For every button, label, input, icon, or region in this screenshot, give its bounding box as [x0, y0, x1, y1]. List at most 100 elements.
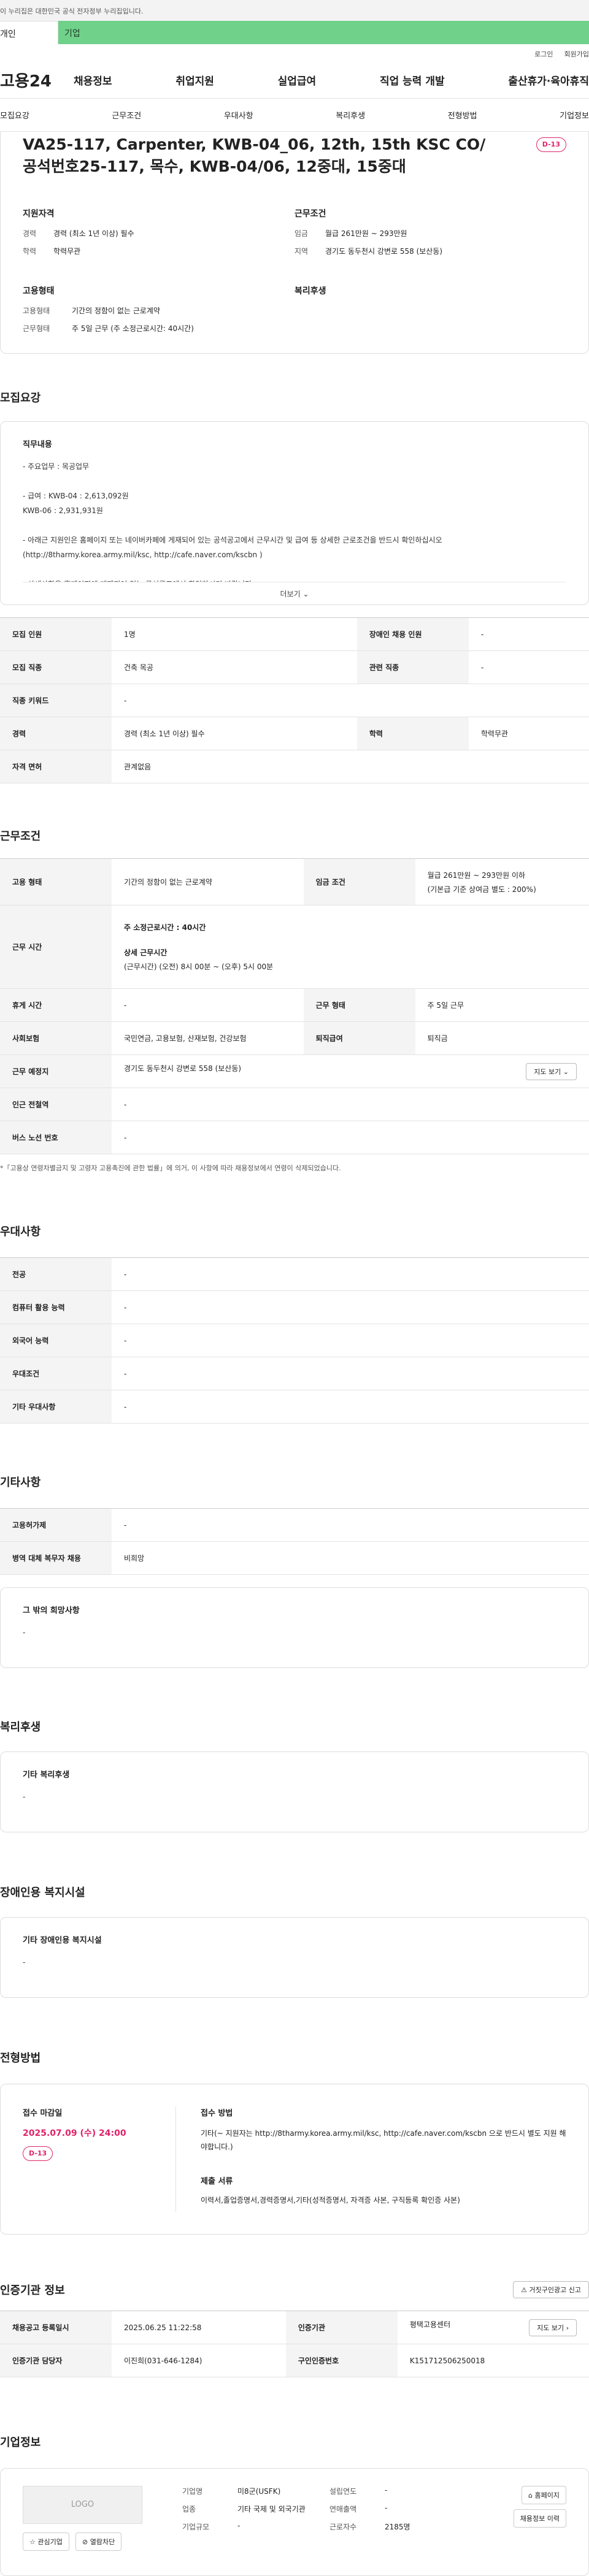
chevron-down-icon: ⌄ [302, 590, 309, 598]
row-value: 비희망 [112, 1541, 589, 1575]
row-value: - [112, 1290, 589, 1324]
place-cell: 경기도 동두천시 강변로 558 (보산동) 지도 보기 ⌄ [112, 1054, 589, 1088]
map-button[interactable]: 지도 보기 ⌄ [526, 1062, 577, 1080]
more-button[interactable]: 더보기 ⌄ [23, 582, 566, 605]
section-nav-pref[interactable]: 우대사항 [224, 109, 253, 121]
emp-value: 주 5일 근무 (주 소정근로시간: 40시간) [72, 324, 194, 333]
emp-heading: 고용형태 [23, 286, 55, 296]
home-label: 홈페이지 [534, 2491, 560, 2499]
qual-heading: 지원자격 [23, 209, 55, 219]
row-value: - [112, 1257, 589, 1291]
row-value: - [468, 650, 589, 684]
pref-title: 우대사항 [0, 1225, 41, 1238]
star-icon: ☆ [29, 2538, 36, 2546]
table-row: 모집 직종 건축 목공 관련 직종 - [0, 650, 589, 684]
gnb-item-jobs[interactable]: 채용정보 [74, 72, 112, 88]
block-icon: ⊘ [82, 2538, 88, 2546]
gnb-item-support[interactable]: 취업지원 [175, 72, 214, 88]
row-value: 1명 [112, 617, 357, 651]
corp-label: 연매출액 [329, 2505, 357, 2513]
row-header: 자격 면허 [0, 750, 112, 783]
hours-main: 주 소정근로시간 : 40시간 [124, 923, 206, 932]
more-label: 더보기 [280, 590, 301, 598]
row-header: 버스 노선 번호 [0, 1121, 112, 1154]
section-nav-apply[interactable]: 전형방법 [448, 109, 477, 121]
etc-table: 고용허가제 - 병역 대체 복무자 채용 비희망 [0, 1508, 589, 1575]
dday-badge: D-13 [536, 137, 566, 152]
homepage-button[interactable]: ⌂ 홈페이지 [522, 2486, 566, 2504]
work-table: 고용 형태 기간의 정함이 없는 근로계약 임금 조건 월급 261만원 ~ 2… [0, 858, 589, 1154]
corp-value: 2185명 [385, 2523, 410, 2531]
corp-label: 설립연도 [329, 2487, 357, 2496]
corp-value: - [385, 2486, 388, 2494]
cond-label: 임금 [294, 229, 309, 238]
row-header: 외국어 능력 [0, 1324, 112, 1357]
section-nav-work[interactable]: 근무조건 [112, 109, 141, 121]
corp-card: LOGO ☆ 관심기업 ⊘ 열람차단 기업명 미8군(USFK) 업종 기타 국제 … [0, 2468, 589, 2576]
row-value: 관계없음 [112, 750, 589, 783]
etc-title: 기타사항 [0, 1476, 41, 1489]
login-link[interactable]: 로그인 [534, 49, 553, 61]
hours-detail-title: 상세 근무시간 [124, 948, 167, 957]
row-value: - [112, 1508, 589, 1542]
disabled-section: 장애인용 복지시설 기타 장애인용 복지시설 - [0, 1884, 589, 1998]
section-nav-welfare[interactable]: 복리후생 [336, 109, 365, 121]
gnb-item-leave[interactable]: 출산휴가·육아휴직 [508, 72, 589, 88]
emp-label: 근무형태 [23, 324, 50, 333]
row-header: 장애인 채용 인원 [356, 617, 469, 651]
gov-banner: 이 누리집은 대한민국 공식 전자정부 누리집입니다. [0, 0, 589, 21]
table-row: 고용허가제 - [0, 1508, 589, 1542]
row-header: 근무 형태 [303, 988, 415, 1022]
block-label: 열람차단 [90, 2538, 115, 2546]
table-row: 사회보험 국민연금, 고용보험, 산재보험, 건강보험 퇴직급여 퇴직금 [0, 1021, 589, 1055]
work-title: 근무조건 [0, 830, 41, 843]
agency-map-button[interactable]: 지도 보기 › [529, 2319, 577, 2336]
welfare-value: - [23, 1793, 26, 1801]
table-row: 모집 인원 1명 장애인 채용 인원 - [0, 617, 589, 651]
report-button[interactable]: ⚠ 거짓구인광고 신고 [513, 2281, 589, 2298]
corp-section: 기업정보 LOGO ☆ 관심기업 ⊘ 열람차단 기업명 미8군(USFK) 업종 기… [0, 2434, 589, 2576]
row-header: 근무 시간 [0, 905, 112, 989]
deadline-heading: 접수 마감일 [23, 2109, 63, 2118]
row-header: 임금 조건 [303, 858, 415, 905]
agency-table: 채용공고 등록일시 2025.06.25 11:22:58 인증기관 평택고용센터 지도… [0, 2311, 589, 2377]
gnb-item-training[interactable]: 직업 능력 개발 [380, 72, 445, 88]
site-logo[interactable]: 고용24 [0, 69, 74, 91]
report-button-label: 거짓구인광고 신고 [529, 2286, 581, 2294]
agency-title: 인증기관 정보 [0, 2284, 65, 2297]
row-value: 2025.06.25 11:22:58 [112, 2311, 286, 2344]
apply-dday-badge: D-13 [23, 2146, 53, 2161]
signup-link[interactable]: 회원가입 [564, 49, 589, 61]
gnb-item-unemployment[interactable]: 실업급여 [278, 72, 317, 88]
cond-heading: 근무조건 [294, 209, 326, 219]
emp-label: 고용형태 [23, 307, 50, 315]
tab-personal[interactable]: 개인 [0, 21, 58, 44]
section-nav-recruit[interactable]: 모집요강 [0, 109, 29, 121]
job-summary-card: VA25-117, Carpenter, KWB-04_06, 12th, 15… [0, 132, 589, 354]
row-header: 전공 [0, 1257, 112, 1291]
table-row: 근무 예정지 경기도 동두천시 강변로 558 (보산동) 지도 보기 ⌄ [0, 1054, 589, 1088]
docs-heading: 제출 서류 [201, 2177, 233, 2186]
cond-label: 지역 [294, 247, 309, 256]
duty-text: - 주요업무 : 목공업무 - 급여 : KWB-04 : 2,613,092원… [23, 462, 442, 582]
fav-corp-button[interactable]: ☆ 관심기업 [23, 2532, 69, 2551]
wage-sub: (기본급 기준 상여금 별도 : 200%) [427, 885, 536, 894]
table-row: 우대조건 - [0, 1357, 589, 1390]
job-history-button[interactable]: 채용정보 이력 [513, 2509, 566, 2528]
work-section: 근무조건 고용 형태 기간의 정함이 없는 근로계약 임금 조건 월급 261만… [0, 828, 589, 1173]
row-header: 컴퓨터 활용 능력 [0, 1290, 112, 1324]
table-row: 전공 - [0, 1257, 589, 1291]
age-note: *「고용상 연령차별금지 및 고령자 고용촉진에 관한 법률」에 의거, 이 사… [0, 1164, 341, 1172]
row-value: 평택고용센터 [409, 2320, 451, 2329]
welfare-card: 기타 복리후생 - [0, 1751, 589, 1832]
duty-card: 직무내용 - 주요업무 : 목공업무 - 급여 : KWB-04 : 2,613… [0, 421, 589, 605]
corp-title: 기업정보 [0, 2436, 41, 2449]
fav-label: 관심기업 [37, 2538, 63, 2546]
block-button[interactable]: ⊘ 열람차단 [75, 2532, 122, 2551]
tab-company[interactable]: 기업 [58, 21, 589, 44]
row-value: - [112, 1324, 589, 1357]
section-nav-corp[interactable]: 기업정보 [560, 109, 589, 121]
welfare-title: 복리후생 [0, 1721, 41, 1734]
disabled-value: - [23, 1958, 26, 1967]
row-value: - [112, 988, 304, 1022]
